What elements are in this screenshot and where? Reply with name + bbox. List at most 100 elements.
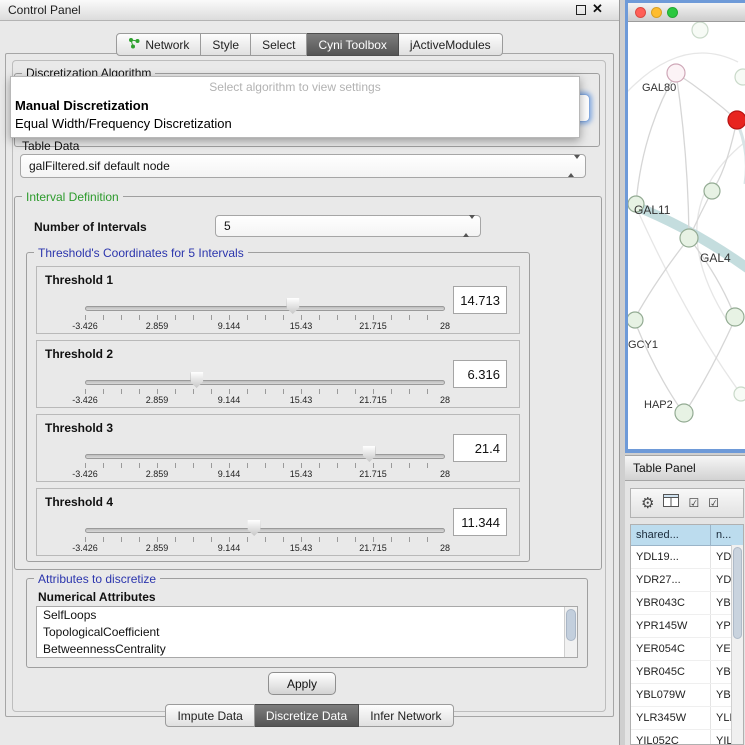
network-node[interactable] xyxy=(667,64,685,82)
scale-tick-label: 28 xyxy=(440,543,450,553)
tab-jactivemodules[interactable]: jActiveModules xyxy=(399,33,503,56)
tab-cyni-toolbox[interactable]: Cyni Toolbox xyxy=(307,33,398,56)
network-node[interactable] xyxy=(726,308,744,326)
algorithm-placeholder-option[interactable]: Select algorithm to view settings xyxy=(11,77,579,97)
algorithm-dropdown-popup: Select algorithm to view settings Manual… xyxy=(10,76,580,138)
table-row[interactable]: YLR345W YLR3... xyxy=(631,707,743,730)
network-node[interactable] xyxy=(675,404,693,422)
network-edge[interactable] xyxy=(676,73,689,236)
select-all-icon[interactable]: ☑ xyxy=(688,497,699,509)
minimize-window-button[interactable] xyxy=(651,7,662,18)
cell-shared-name[interactable]: YER054C xyxy=(631,638,711,660)
list-scrollbar-thumb[interactable] xyxy=(566,609,576,641)
option-manual-discretization[interactable]: Manual Discretization xyxy=(11,97,579,115)
table-row[interactable]: YDR27... YDR2... xyxy=(631,569,743,592)
tab-impute-data[interactable]: Impute Data xyxy=(165,704,254,727)
table-row[interactable]: YDL19... YDL1... xyxy=(631,546,743,569)
network-node[interactable] xyxy=(735,69,745,85)
cell-shared-name[interactable]: YBR045C xyxy=(631,661,711,683)
tab-infer-network[interactable]: Infer Network xyxy=(359,704,453,727)
table-row[interactable]: YBL079W YBL0... xyxy=(631,684,743,707)
node-label[interactable]: GAL11 xyxy=(634,203,671,217)
node-label[interactable]: GCY1 xyxy=(628,339,658,351)
table-row[interactable]: YIL052C YIL0... xyxy=(631,730,743,745)
table-scrollbar-thumb[interactable] xyxy=(733,547,742,639)
zoom-window-button[interactable] xyxy=(667,7,678,18)
table-data-combobox[interactable]: galFiltered.sif default node xyxy=(20,154,586,178)
network-edge[interactable] xyxy=(635,322,682,411)
control-panel-titlebar: Control Panel xyxy=(0,0,619,21)
threshold-slider[interactable]: -3.426 2.859 9.144 15.43 21.715 28 xyxy=(85,519,445,555)
float-window-button[interactable] xyxy=(576,5,586,15)
option-equal-width-frequency[interactable]: Equal Width/Frequency Discretization xyxy=(11,115,579,133)
table-data-label: Table Data xyxy=(22,139,79,153)
table-panel-header[interactable]: Table Panel xyxy=(625,455,745,481)
threshold-value-field[interactable]: 14.713 xyxy=(453,286,507,314)
cell-shared-name[interactable]: YIL052C xyxy=(631,730,711,745)
tab-network[interactable]: Network xyxy=(116,33,201,56)
table-toolbar: ⚙ ☑ ☑ xyxy=(630,488,744,518)
network-window-titlebar[interactable] xyxy=(628,3,745,22)
network-edge[interactable] xyxy=(697,142,745,322)
table-row[interactable]: YBR045C YBR0... xyxy=(631,661,743,684)
cell-shared-name[interactable]: YPR145W xyxy=(631,615,711,637)
node-label[interactable]: GAL4 xyxy=(700,251,731,265)
cell-shared-name[interactable]: YBR043C xyxy=(631,592,711,614)
select-rows-icon[interactable]: ☑ xyxy=(708,497,719,509)
network-node[interactable] xyxy=(692,22,708,38)
columns-icon[interactable] xyxy=(663,494,679,512)
slider-thumb[interactable] xyxy=(190,372,203,388)
table-row[interactable]: YER054C YER0... xyxy=(631,638,743,661)
cell-shared-name[interactable]: YBL079W xyxy=(631,684,711,706)
table-row[interactable]: YPR145W YPR1... xyxy=(631,615,743,638)
cell-shared-name[interactable]: YLR345W xyxy=(631,707,711,729)
slider-track[interactable] xyxy=(85,528,445,533)
network-edge[interactable] xyxy=(737,122,745,184)
threshold-value-field[interactable]: 6.316 xyxy=(453,360,507,388)
column-header-name[interactable]: n... xyxy=(711,525,743,545)
slider-thumb[interactable] xyxy=(363,446,376,462)
slider-thumb[interactable] xyxy=(286,298,299,314)
slider-track[interactable] xyxy=(85,306,445,311)
attributes-list[interactable]: SelfLoops TopologicalCoefficient Between… xyxy=(36,606,578,658)
slider-track[interactable] xyxy=(85,454,445,459)
network-edge[interactable] xyxy=(676,73,737,120)
column-header-shared-name[interactable]: shared... xyxy=(631,525,711,545)
network-edge[interactable] xyxy=(686,319,735,411)
network-node[interactable] xyxy=(734,387,745,401)
combo-stepper-icon xyxy=(463,219,475,233)
list-scrollbar[interactable] xyxy=(564,607,577,657)
gear-icon[interactable]: ⚙ xyxy=(641,496,654,511)
tab-select[interactable]: Select xyxy=(251,33,307,56)
apply-button[interactable]: Apply xyxy=(268,672,336,695)
network-node[interactable] xyxy=(680,229,698,247)
node-label[interactable]: HAP2 xyxy=(644,399,673,411)
list-item[interactable]: SelfLoops xyxy=(37,607,577,624)
number-of-intervals-combobox[interactable]: 5 xyxy=(215,215,481,237)
network-node-selected[interactable] xyxy=(728,111,745,129)
table-scrollbar[interactable] xyxy=(731,545,743,744)
cell-shared-name[interactable]: YDR27... xyxy=(631,569,711,591)
slider-track[interactable] xyxy=(85,380,445,385)
tab-discretize-data[interactable]: Discretize Data xyxy=(255,704,359,727)
table-panel-title: Table Panel xyxy=(633,461,696,475)
list-item[interactable]: BetweennessCentrality xyxy=(37,641,577,658)
threshold-slider[interactable]: -3.426 2.859 9.144 15.43 21.715 28 xyxy=(85,297,445,333)
network-node[interactable] xyxy=(704,183,720,199)
cell-shared-name[interactable]: YDL19... xyxy=(631,546,711,568)
node-label[interactable]: GAL80 xyxy=(642,82,676,94)
threshold-slider[interactable]: -3.426 2.859 9.144 15.43 21.715 28 xyxy=(85,371,445,407)
list-item[interactable]: TopologicalCoefficient xyxy=(37,624,577,641)
threshold-value-field[interactable]: 11.344 xyxy=(453,508,507,536)
threshold-slider[interactable]: -3.426 2.859 9.144 15.43 21.715 28 xyxy=(85,445,445,481)
network-canvas[interactable]: GAL80 GAL11 GAL4 GCY1 HAP2 xyxy=(628,22,745,449)
close-window-button[interactable] xyxy=(635,7,646,18)
network-node[interactable] xyxy=(628,312,643,328)
threshold-value-field[interactable]: 21.4 xyxy=(453,434,507,462)
network-edge[interactable] xyxy=(635,238,689,318)
slider-thumb[interactable] xyxy=(248,520,261,536)
tab-style[interactable]: Style xyxy=(201,33,251,56)
close-panel-button[interactable]: ✕ xyxy=(592,1,603,17)
network-edge[interactable] xyxy=(712,120,737,191)
table-row[interactable]: YBR043C YBR0... xyxy=(631,592,743,615)
